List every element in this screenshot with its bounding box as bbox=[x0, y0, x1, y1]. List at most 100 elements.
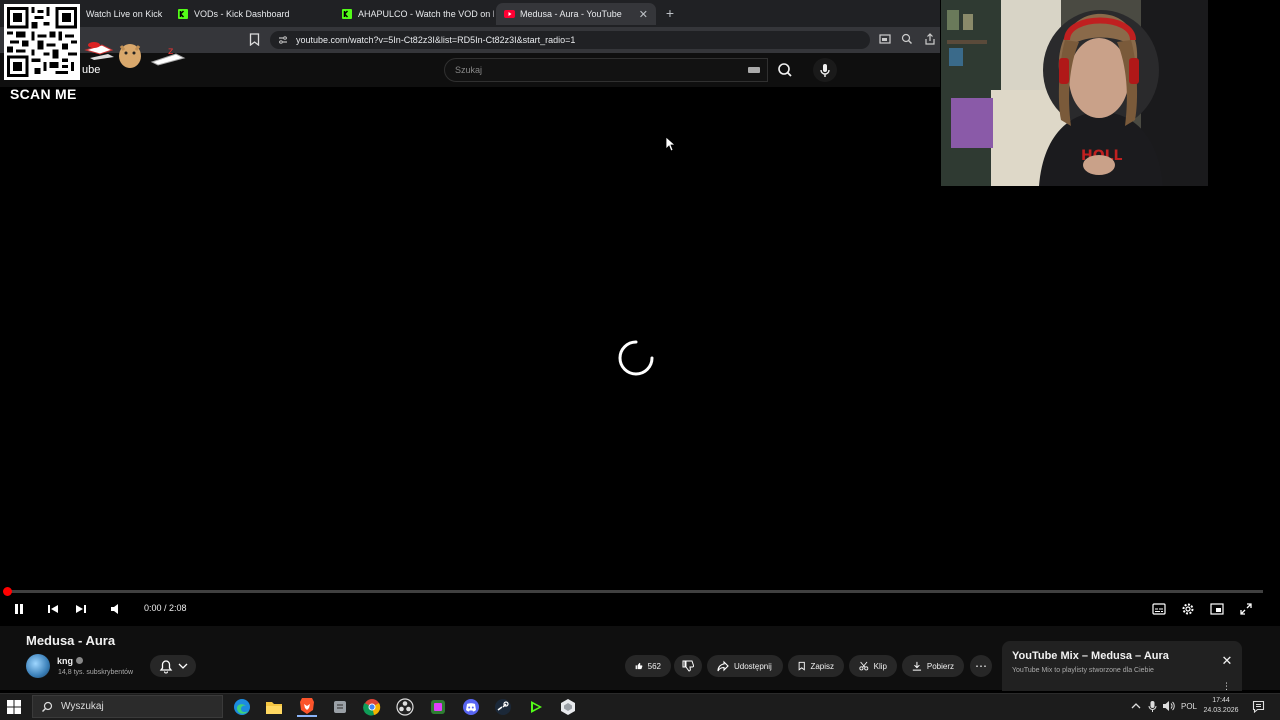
share-label: Udostępnij bbox=[734, 661, 772, 671]
save-button[interactable]: Zapisz bbox=[788, 655, 844, 677]
pause-button[interactable] bbox=[8, 599, 30, 619]
site-settings-icon[interactable] bbox=[278, 35, 288, 45]
url-text[interactable]: youtube.com/watch?v=5In-Ct82z3I&list=RD5… bbox=[296, 35, 575, 45]
share-button[interactable]: Udostępnij bbox=[707, 655, 783, 677]
dislike-button[interactable] bbox=[674, 655, 702, 677]
miniplayer-icon bbox=[1210, 603, 1224, 615]
zoom-icon[interactable] bbox=[901, 33, 913, 45]
qr-code bbox=[4, 4, 80, 80]
app-icon-gray[interactable] bbox=[330, 697, 350, 717]
verified-icon bbox=[76, 657, 83, 664]
gear-icon bbox=[1182, 603, 1194, 615]
download-button[interactable]: Pobierz bbox=[902, 655, 964, 677]
keyboard-icon[interactable] bbox=[748, 67, 760, 73]
url-bar[interactable]: youtube.com/watch?v=5In-Ct82z3I&list=RD5… bbox=[270, 31, 870, 49]
microphone-tray-icon[interactable] bbox=[1148, 700, 1157, 712]
speaker-icon[interactable] bbox=[1162, 700, 1175, 712]
search-button[interactable] bbox=[767, 58, 803, 82]
more-vertical-icon[interactable]: ⋮ bbox=[1222, 681, 1231, 692]
notification-bell-button[interactable] bbox=[150, 655, 196, 677]
miniplayer-button[interactable] bbox=[1206, 599, 1228, 619]
streamer-webcam: HOLL bbox=[941, 0, 1208, 186]
settings-button[interactable] bbox=[1177, 599, 1199, 619]
chevron-down-icon bbox=[178, 663, 188, 669]
youtube-icon bbox=[504, 9, 515, 19]
new-tab-button[interactable]: + bbox=[662, 5, 678, 21]
search-placeholder: Szukaj bbox=[455, 65, 483, 75]
voice-search-button[interactable] bbox=[813, 58, 837, 82]
save-icon bbox=[798, 661, 805, 671]
windows-start-button[interactable] bbox=[6, 699, 22, 715]
app-icon-white[interactable] bbox=[558, 697, 578, 717]
edge-icon[interactable] bbox=[232, 697, 252, 717]
channel-name[interactable]: kng bbox=[57, 656, 73, 666]
mix-title[interactable]: YouTube Mix – Medusa – Aura bbox=[1012, 650, 1169, 662]
obs-icon[interactable] bbox=[395, 697, 415, 717]
system-clock[interactable]: 17:44 24.03.2026 bbox=[1198, 696, 1244, 716]
loading-spinner bbox=[617, 339, 655, 377]
steam-icon[interactable] bbox=[493, 697, 513, 717]
tab-label: VODs - Kick Dashboard bbox=[194, 9, 290, 19]
taskbar-search-label: Wyszukaj bbox=[61, 701, 104, 712]
time-display: 0:00 / 2:08 bbox=[144, 603, 187, 613]
thumbs-up-icon bbox=[635, 662, 643, 670]
app-icon-green[interactable] bbox=[428, 697, 448, 717]
brave-browser-icon[interactable] bbox=[297, 697, 317, 717]
previous-button[interactable] bbox=[42, 599, 64, 619]
thumbs-down-icon bbox=[682, 660, 694, 672]
tab-kick-vod[interactable]: AHAPULCO - Watch the VOD on Kick bbox=[334, 3, 494, 25]
clip-button[interactable]: Klip bbox=[849, 655, 897, 677]
kick-icon bbox=[178, 9, 188, 19]
download-icon bbox=[912, 661, 922, 671]
like-button[interactable]: 562 bbox=[625, 655, 671, 677]
discord-icon[interactable] bbox=[461, 697, 481, 717]
file-explorer-icon[interactable] bbox=[264, 697, 284, 717]
pause-icon bbox=[15, 604, 23, 614]
svg-text:z: z bbox=[168, 46, 173, 57]
windows-logo-icon bbox=[7, 700, 21, 714]
notification-icon[interactable] bbox=[1252, 700, 1265, 713]
chrome-icon[interactable] bbox=[362, 697, 382, 717]
channel-avatar[interactable] bbox=[26, 654, 50, 678]
chat-emotes: z bbox=[84, 38, 188, 72]
share-icon[interactable] bbox=[924, 33, 936, 45]
fullscreen-button[interactable] bbox=[1235, 599, 1257, 619]
download-label: Pobierz bbox=[926, 661, 954, 671]
bookmark-icon[interactable] bbox=[249, 33, 260, 46]
mix-playlist-panel bbox=[1002, 641, 1242, 691]
subscriber-count: 14,8 tys. subskrybentów bbox=[58, 669, 134, 676]
search-input[interactable]: Szukaj bbox=[444, 58, 768, 82]
fullscreen-icon bbox=[1240, 603, 1252, 615]
volume-button[interactable] bbox=[105, 599, 127, 619]
more-actions-button[interactable]: ⋯ bbox=[970, 655, 992, 677]
more-horizontal-icon: ⋯ bbox=[975, 659, 987, 673]
tab-kick-live[interactable]: Watch Live on Kick bbox=[78, 3, 168, 25]
tray-chevron-up-icon[interactable] bbox=[1131, 701, 1141, 711]
next-button[interactable] bbox=[70, 599, 92, 619]
progress-bar[interactable] bbox=[6, 590, 1263, 593]
tab-label: AHAPULCO - Watch the VOD on Kick bbox=[358, 9, 494, 19]
volume-icon bbox=[111, 604, 118, 614]
close-tab-icon[interactable]: ✕ bbox=[639, 8, 648, 21]
tab-label: Watch Live on Kick bbox=[86, 9, 163, 19]
bell-icon bbox=[159, 660, 173, 674]
mix-subtitle: YouTube Mix to playlisty stworzone dla C… bbox=[1012, 667, 1154, 674]
video-title: Medusa - Aura bbox=[26, 633, 116, 648]
cast-icon[interactable] bbox=[879, 34, 891, 45]
search-icon bbox=[42, 701, 53, 712]
subtitles-icon bbox=[1152, 603, 1166, 615]
share-arrow-icon bbox=[717, 660, 729, 672]
tab-kick-dashboard[interactable]: VODs - Kick Dashboard bbox=[170, 3, 330, 25]
taskbar-search-input[interactable]: Wyszukaj bbox=[32, 695, 223, 718]
subtitles-button[interactable] bbox=[1148, 599, 1170, 619]
kick-app-icon[interactable] bbox=[526, 697, 546, 717]
tab-youtube-active[interactable]: Medusa - Aura - YouTube ✕ bbox=[496, 3, 656, 25]
language-indicator[interactable]: POL bbox=[1181, 702, 1197, 711]
skip-next-icon bbox=[76, 605, 86, 613]
close-icon[interactable]: ✕ bbox=[1220, 654, 1234, 668]
progress-scrubber[interactable] bbox=[3, 587, 12, 596]
scissors-icon bbox=[859, 661, 869, 671]
scan-me-label: SCAN ME bbox=[10, 86, 77, 102]
tab-label: Medusa - Aura - YouTube bbox=[520, 9, 622, 19]
like-count: 562 bbox=[647, 661, 661, 671]
